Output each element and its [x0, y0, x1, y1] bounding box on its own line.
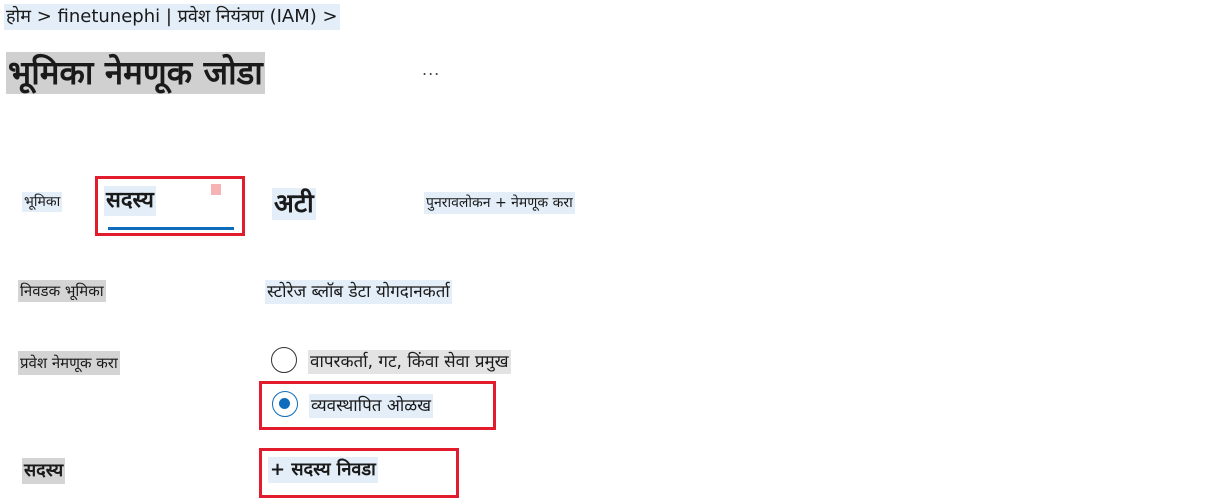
select-members-link[interactable]: + सदस्य निवडा: [268, 457, 378, 483]
radio-managed-identity[interactable]: [272, 391, 298, 417]
tab-members[interactable]: सदस्य: [104, 186, 156, 216]
more-options-button[interactable]: ...: [422, 60, 440, 79]
radio-managed-identity-label[interactable]: व्यवस्थापित ओळख: [309, 394, 434, 418]
tab-conditions[interactable]: अटी: [272, 188, 316, 220]
tab-review-assign[interactable]: पुनरावलोकन + नेमणूक करा: [424, 192, 575, 214]
selected-role-label: निवडक भूमिका: [18, 280, 106, 302]
active-tab-indicator: [108, 227, 234, 230]
tab-role[interactable]: भूमिका: [22, 192, 63, 212]
page-title: भूमिका नेमणूक जोडा: [6, 52, 265, 94]
breadcrumb[interactable]: होम > finetunephi | प्रवेश नियंत्रण (IAM…: [4, 4, 340, 30]
radio-user-group-principal[interactable]: [271, 347, 297, 373]
selected-role-value: स्टोरेज ब्लॉब डेटा योगदानकर्ता: [265, 280, 452, 304]
radio-user-group-principal-label[interactable]: वापरकर्ता, गट, किंवा सेवा प्रमुख: [308, 350, 511, 374]
radio-selected-dot: [279, 398, 290, 409]
assign-access-label: प्रवेश नेमणूक करा: [18, 351, 120, 375]
members-label: सदस्य: [22, 458, 66, 484]
tab-marker: [211, 184, 221, 195]
